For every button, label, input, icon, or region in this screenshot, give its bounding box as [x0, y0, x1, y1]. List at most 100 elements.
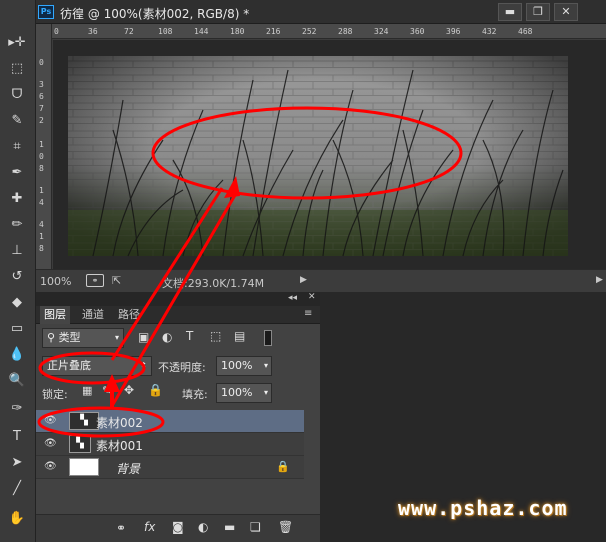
- lasso-tool-icon[interactable]: ᗜ: [6, 84, 28, 104]
- layer-row-background[interactable]: 👁 背景 🔒: [36, 456, 304, 479]
- status-bar: 100% ⚭ ⇱ 文档:293.0K/1.74M ▶ ▶: [36, 269, 606, 292]
- layer-name[interactable]: 素材002: [96, 414, 143, 431]
- eyedropper-tool-icon[interactable]: ✒: [6, 162, 28, 182]
- panel-tabs: 图层 通道 路径 ≡: [36, 306, 320, 324]
- restore-button[interactable]: ❐: [526, 3, 550, 21]
- move-tool-icon[interactable]: ▸✛: [6, 32, 28, 52]
- marquee-tool-icon[interactable]: ⬚: [6, 58, 28, 78]
- export-icon[interactable]: ⇱: [112, 274, 121, 287]
- view-extras-icon[interactable]: ⚭: [86, 274, 104, 287]
- tab-channels[interactable]: 通道: [78, 306, 108, 324]
- ruler-tick: 0: [54, 27, 59, 36]
- background-thumbnail: [69, 458, 99, 476]
- layers-body: ⚲ 类型 ▾ ▣ ◐ T ⬚ ▤ 正片叠底 ⬍ 不透明度: 100% ▾ 锁定:…: [36, 324, 320, 542]
- panel-menu-icon[interactable]: ≡: [304, 308, 312, 319]
- type-tool-icon[interactable]: T: [6, 426, 28, 446]
- document-title: 彷徨 @ 100%(素材002, RGB/8) *: [60, 7, 250, 21]
- healing-brush-tool-icon[interactable]: ✚: [6, 188, 28, 208]
- quick-select-tool-icon[interactable]: ✎: [6, 110, 28, 130]
- panel-header: ◂◂ ✕: [36, 292, 320, 306]
- collapse-icon[interactable]: ◂◂: [288, 293, 297, 303]
- crop-tool-icon[interactable]: ⌗: [6, 136, 28, 156]
- tab-paths[interactable]: 路径: [114, 306, 144, 324]
- filter-adjustment-icon[interactable]: ◐: [162, 330, 172, 344]
- canvas-image[interactable]: [53, 40, 606, 269]
- visibility-eye-icon[interactable]: 👁: [44, 461, 57, 472]
- folder-icon[interactable]: ▬: [224, 520, 235, 534]
- panel-close-icon[interactable]: ✕: [308, 292, 316, 302]
- fill-value: 100%: [221, 386, 253, 399]
- ruler-tick: 324: [374, 27, 389, 36]
- filter-toggle[interactable]: [264, 330, 272, 346]
- path-select-tool-icon[interactable]: ➤: [6, 452, 28, 472]
- layer-row-material-002[interactable]: 👁 ▚ 素材002: [36, 410, 304, 433]
- scroll-right-icon[interactable]: ▶: [596, 275, 603, 285]
- vertical-ruler[interactable]: 0 3 6 7 2 1 0 8 1 4 4 1 8: [36, 24, 52, 269]
- filter-kind-select[interactable]: ⚲ 类型 ▾: [42, 328, 124, 348]
- tools-panel: ▸✛ ⬚ ᗜ ✎ ⌗ ✒ ✚ ✏ ⊥ ↺ ◆ ▭ 💧 🔍 ✑ T ➤ ╱ ✋: [0, 0, 36, 542]
- ruler-tick: 216: [266, 27, 281, 36]
- filter-shape-icon[interactable]: ⬚: [210, 329, 221, 343]
- lock-position-icon[interactable]: ✥: [124, 383, 134, 397]
- line-tool-icon[interactable]: ╱: [6, 478, 28, 498]
- ruler-tick: 72: [124, 27, 134, 36]
- filter-pixel-icon[interactable]: ▣: [138, 330, 149, 344]
- ruler-tick: 3: [39, 80, 44, 89]
- ruler-tick: 8: [39, 244, 44, 253]
- zoom-level[interactable]: 100%: [40, 275, 71, 288]
- hand-tool-icon[interactable]: ✋: [6, 508, 28, 528]
- document-titlebar: Ps 彷徨 @ 100%(素材002, RGB/8) * ▬ ❐ ✕: [36, 0, 606, 24]
- ruler-tick: 4: [39, 220, 44, 229]
- lock-transparent-icon[interactable]: ▦: [82, 384, 92, 397]
- ruler-tick: 0: [39, 58, 44, 67]
- fill-label: 填充:: [182, 388, 208, 401]
- link-icon[interactable]: ⚭: [116, 521, 126, 535]
- fill-input[interactable]: 100% ▾: [216, 383, 272, 403]
- new-layer-icon[interactable]: ❏: [250, 520, 261, 534]
- lock-all-icon[interactable]: 🔒: [148, 383, 163, 397]
- history-brush-tool-icon[interactable]: ↺: [6, 266, 28, 286]
- adjustment-icon[interactable]: ◐: [198, 520, 208, 534]
- brush-tool-icon[interactable]: ✏: [6, 214, 28, 234]
- mask-icon[interactable]: ◙: [172, 520, 184, 534]
- ruler-tick: 7: [39, 104, 44, 113]
- horizontal-ruler[interactable]: 0 36 72 108 144 180 216 252 288 324 360 …: [52, 24, 606, 39]
- lock-label: 锁定:: [42, 388, 68, 401]
- ruler-tick: 4: [39, 198, 44, 207]
- opacity-input[interactable]: 100% ▾: [216, 356, 272, 376]
- trash-icon[interactable]: 🗑: [278, 520, 293, 534]
- filter-smart-object-icon[interactable]: ▤: [234, 329, 245, 343]
- visibility-eye-icon[interactable]: 👁: [44, 415, 57, 426]
- ruler-tick: 252: [302, 27, 317, 36]
- layers-footer: ⚭ fx ◙ ◐ ▬ ❏ 🗑: [36, 514, 320, 542]
- gradient-tool-icon[interactable]: ▭: [6, 318, 28, 338]
- status-menu-arrow-icon[interactable]: ▶: [300, 275, 307, 285]
- fx-icon[interactable]: fx: [144, 520, 155, 534]
- ruler-tick: 108: [158, 27, 173, 36]
- blur-tool-icon[interactable]: 💧: [6, 344, 28, 364]
- ruler-tick: 6: [39, 92, 44, 101]
- canvas-area[interactable]: [53, 40, 606, 269]
- close-button[interactable]: ✕: [554, 3, 578, 21]
- layer-row-material-001[interactable]: 👁 ▚ 素材001: [36, 433, 304, 456]
- layer-name[interactable]: 背景: [116, 460, 140, 477]
- ruler-tick: 1: [39, 232, 44, 241]
- filter-type-icon[interactable]: T: [186, 329, 193, 343]
- dodge-tool-icon[interactable]: 🔍: [6, 370, 28, 390]
- filter-kind-value: 类型: [58, 331, 81, 344]
- pen-tool-icon[interactable]: ✑: [6, 398, 28, 418]
- ruler-tick: 360: [410, 27, 425, 36]
- document-info: 文档:293.0K/1.74M: [162, 277, 265, 290]
- eraser-tool-icon[interactable]: ◆: [6, 292, 28, 312]
- lock-image-icon[interactable]: ✎: [102, 384, 111, 397]
- visibility-eye-icon[interactable]: 👁: [44, 438, 57, 449]
- minimize-button[interactable]: ▬: [498, 3, 522, 21]
- tab-layers[interactable]: 图层: [40, 306, 70, 324]
- layers-panel: ◂◂ ✕ 图层 通道 路径 ≡ ⚲ 类型 ▾ ▣ ◐ T ⬚ ▤ 正片叠底 ⬍ …: [36, 292, 320, 542]
- stamp-tool-icon[interactable]: ⊥: [6, 240, 28, 260]
- ruler-tick: 36: [88, 27, 98, 36]
- blend-mode-select[interactable]: 正片叠底 ⬍: [42, 356, 152, 376]
- layer-name[interactable]: 素材001: [96, 437, 143, 454]
- ruler-tick: 0: [39, 152, 44, 161]
- ruler-tick: 144: [194, 27, 209, 36]
